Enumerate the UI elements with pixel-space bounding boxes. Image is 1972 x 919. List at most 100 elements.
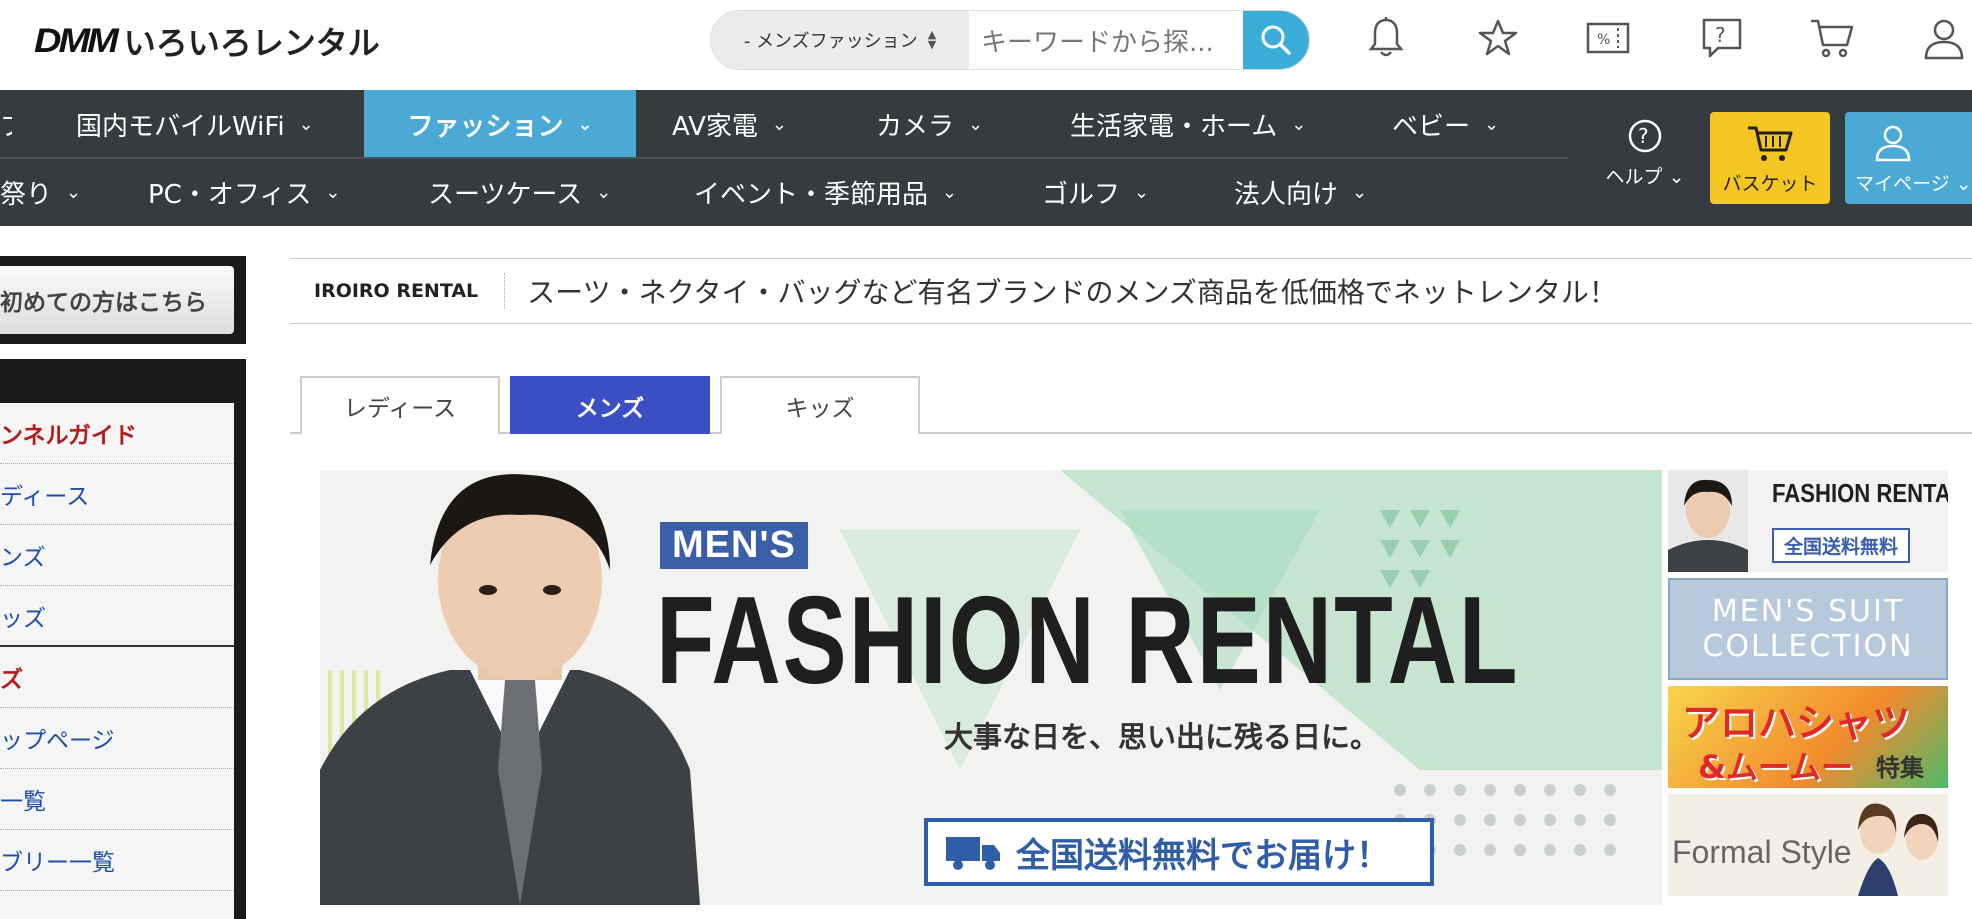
model-thumb-image [1668, 470, 1748, 572]
basket-button[interactable]: バスケット [1710, 112, 1830, 204]
help-chat-icon[interactable]: ? [1698, 14, 1746, 62]
star-icon[interactable] [1474, 14, 1522, 62]
search-bar: - メンズファッション ▲ ▼ キーワードから探... [710, 10, 1310, 70]
nav-item-camera[interactable]: カメラ ⌄ [876, 90, 983, 158]
nav-item-label: 国内モバイルWiFi [76, 111, 285, 142]
side-banner-title: FASHION RENTAL [1772, 478, 1948, 508]
side-banner-line2: COLLECTION [1702, 629, 1914, 664]
logo-service-name: いろいろレンタル [123, 24, 380, 62]
nav-item-label: AV家電 [672, 111, 758, 142]
site-header: DMM いろいろレンタル - メンズファッション ▲ ▼ キーワードから探... … [0, 0, 1972, 90]
chevron-down-icon: ⌄ [66, 181, 82, 203]
banner-shipping-text: 全国送料無料でお届け！ [1016, 835, 1390, 876]
mypage-button[interactable]: マイページ ⌄ [1845, 112, 1972, 204]
search-category-select[interactable]: - メンズファッション ▲ ▼ [711, 11, 969, 69]
category-nav: プ 国内モバイルWiFi ⌄ ファッション ⌄ AV家電 ⌄ カメラ ⌄ 生活家電・ホー… [0, 90, 1972, 226]
banner-title: FASHION RENTAL [656, 571, 1520, 711]
nav-row-2: 祭り ⌄ PC・オフィス ⌄ スーツケース ⌄ イベント・季節用品 ⌄ ゴルフ ⌄ 法人向… [0, 158, 1568, 226]
select-arrows-icon: ▲ ▼ [927, 28, 937, 51]
search-category-value: - メンズファッション [743, 31, 918, 52]
nav-row-1: プ 国内モバイルWiFi ⌄ ファッション ⌄ AV家電 ⌄ カメラ ⌄ 生活家電・ホー… [0, 90, 1568, 158]
side-banner-line1: アロハシャツ [1682, 701, 1911, 745]
nav-item-label: カメラ [876, 111, 955, 142]
svg-text:?: ? [1715, 23, 1726, 47]
nav-item-mobile-wifi[interactable]: 国内モバイルWiFi ⌄ [76, 90, 314, 158]
page-heading-bar: IROIRO RENTAL スーツ・ネクタイ・バッグなど有名ブランドのメンズ商品… [290, 258, 1972, 324]
first-time-button[interactable]: 初めての方はこちら [0, 266, 234, 334]
nav-item-label: ファッション [407, 111, 564, 142]
chevron-down-icon: ⌄ [942, 181, 958, 203]
basket-label: バスケット [1722, 173, 1818, 195]
chevron-down-icon: ⌄ [968, 113, 984, 135]
svg-text:?: ? [1638, 124, 1649, 148]
sidebar: 初めての方はこちら ンネルガイド ディース ンズ ッズ ズ ップページ 一覧 ブ… [0, 256, 246, 919]
tab-kids[interactable]: キッズ [720, 376, 920, 434]
nav-item-home-appliance[interactable]: 生活家電・ホーム ⌄ [1070, 90, 1306, 158]
nav-item-suitcase[interactable]: スーツケース ⌄ [428, 158, 611, 226]
side-banner-line3: 特集 [1876, 754, 1924, 782]
mypage-label: マイページ [1855, 173, 1950, 195]
nav-item-festival[interactable]: 祭り ⌄ [0, 158, 81, 226]
chevron-down-icon: ⌄ [1484, 113, 1500, 135]
nav-item-label: ベビー [1392, 111, 1471, 142]
sidebar-item-channel-guide[interactable]: ンネルガイド [0, 403, 234, 464]
coupon-icon[interactable]: % [1584, 14, 1632, 62]
nav-item-business[interactable]: 法人向け ⌄ [1234, 158, 1367, 226]
tab-mens[interactable]: メンズ [510, 376, 710, 434]
chevron-down-icon: ⌄ [1668, 166, 1685, 188]
logo-mark: DMM [34, 21, 119, 60]
chevron-down-icon: ⌄ [1352, 181, 1368, 203]
search-input[interactable]: キーワードから探... [969, 11, 1243, 69]
gender-tabs: レディース メンズ キッズ [290, 376, 1972, 434]
help-menu[interactable]: ? ヘルプ ⌄ [1600, 118, 1690, 189]
chevron-down-icon: ⌄ [577, 113, 593, 135]
sidebar-item-top-page[interactable]: ップページ [0, 708, 234, 769]
side-banner-suit-collection[interactable]: MEN'S SUIT COLLECTION [1668, 578, 1948, 680]
first-time-guide: 初めての方はこちら [0, 256, 246, 344]
chevron-down-icon: ⌄ [596, 181, 612, 203]
truck-icon [946, 837, 1000, 870]
sidebar-item-kids[interactable]: ッズ [0, 586, 234, 647]
tab-ladies[interactable]: レディース [300, 376, 500, 434]
sidebar-list: ンネルガイド ディース ンズ ッズ ズ ップページ 一覧 ブリー一覧 [0, 403, 234, 919]
side-banner-sub: 全国送料無料 [1772, 528, 1911, 563]
side-banner-aloha[interactable]: アロハシャツ &ムームー 特集 [1668, 686, 1948, 788]
side-banners: FASHION RENTAL 全国送料無料 MEN'S SUIT COLLECT… [1668, 470, 1948, 902]
nav-item-fashion[interactable]: ファッション ⌄ [364, 90, 636, 158]
nav-item-av[interactable]: AV家電 ⌄ [672, 90, 787, 158]
side-banner-title: Formal Style [1672, 834, 1852, 870]
nav-item-label: プ [0, 106, 12, 143]
chevron-down-icon: ⌄ [325, 181, 341, 203]
nav-item-baby[interactable]: ベビー ⌄ [1392, 90, 1499, 158]
svg-text:%: % [1597, 32, 1610, 48]
sidebar-item-accessory-list[interactable]: ブリー一覧 [0, 830, 234, 891]
bell-icon[interactable] [1362, 14, 1410, 62]
chevron-down-icon: ⌄ [1291, 113, 1307, 135]
sidebar-item-ladies[interactable]: ディース [0, 464, 234, 525]
banner-tag: MEN'S [660, 522, 808, 569]
hero-banner[interactable]: MEN'S FASHION RENTAL 大事な日を、思い出に残る日に。 全国送… [320, 470, 1662, 905]
side-banner-line1: MEN'S SUIT [1711, 594, 1905, 629]
question-circle-icon: ? [1628, 119, 1662, 153]
search-button[interactable] [1243, 11, 1309, 69]
nav-item-label: PC・オフィス [148, 179, 312, 210]
user-icon[interactable] [1920, 14, 1968, 62]
nav-item-pc-office[interactable]: PC・オフィス ⌄ [148, 158, 340, 226]
site-logo[interactable]: DMM いろいろレンタル [34, 20, 380, 62]
models-thumb-image [1858, 803, 1939, 896]
user-icon [1875, 125, 1911, 162]
nav-item-golf[interactable]: ゴルフ ⌄ [1042, 158, 1149, 226]
nav-item-label: スーツケース [428, 179, 583, 210]
cart-icon[interactable] [1808, 14, 1856, 62]
nav-item-partial[interactable]: プ [0, 90, 12, 158]
help-label: ヘルプ [1605, 166, 1663, 188]
nav-item-label: 法人向け [1234, 179, 1339, 210]
side-banner-fashion-rental[interactable]: FASHION RENTAL 全国送料無料 [1668, 470, 1948, 572]
side-banner-formal-style[interactable]: Formal Style [1668, 794, 1948, 896]
page-description: スーツ・ネクタイ・バッグなど有名ブランドのメンズ商品を低価格でネットレンタル！ [527, 276, 1617, 309]
nav-item-event[interactable]: イベント・季節用品 ⌄ [694, 158, 957, 226]
chevron-down-icon: ⌄ [298, 113, 314, 135]
brand-label: IROIRO RENTAL [290, 273, 506, 309]
sidebar-item-list[interactable]: 一覧 [0, 769, 234, 830]
sidebar-item-mens[interactable]: ンズ [0, 525, 234, 586]
